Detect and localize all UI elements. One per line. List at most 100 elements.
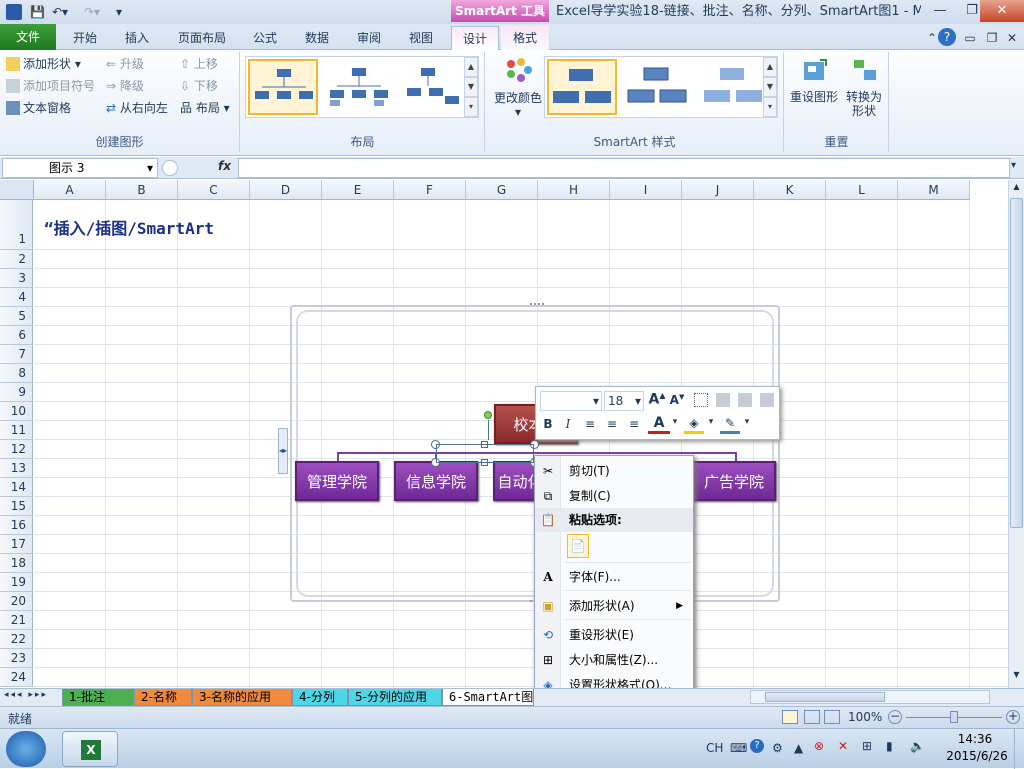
scroll-up-icon[interactable]: ▲ [1010, 182, 1023, 196]
show-hidden-icons[interactable]: ▲ [794, 741, 803, 755]
tab-view[interactable]: 视图 [396, 26, 446, 50]
horizontal-scroll-thumb[interactable] [765, 692, 885, 702]
signal-icon[interactable]: ▮ [886, 739, 893, 753]
convert-to-shapes-button[interactable]: 转换为 形状 [841, 56, 887, 126]
resize-handle-top[interactable] [530, 303, 544, 307]
styles-scroll-up[interactable]: ▲ [763, 57, 777, 77]
rotation-handle[interactable] [484, 411, 492, 419]
excel-app-icon[interactable] [6, 4, 22, 20]
align-left-icon[interactable]: ≡ [582, 417, 598, 431]
menu-item-add-shape[interactable]: ▣ 添加形状(A) ▶ [535, 594, 693, 618]
column-header-i[interactable]: I [610, 180, 682, 200]
insert-function-button[interactable]: fx [218, 159, 231, 173]
page-layout-view-icon[interactable] [804, 710, 820, 724]
doc-minimize-button[interactable]: ▭ [962, 26, 978, 50]
taskbar-excel-button[interactable]: X [62, 731, 118, 767]
select-all-corner[interactable] [0, 180, 34, 200]
tab-page-layout[interactable]: 页面布局 [170, 26, 234, 50]
chevron-down-icon[interactable]: ▾ [147, 159, 153, 177]
language-indicator[interactable]: CH [706, 741, 723, 755]
sheet-tab-2[interactable]: 2-名称 [134, 689, 192, 706]
row-header-8[interactable]: 8 [0, 364, 33, 383]
layout-org-chart-1[interactable] [248, 59, 318, 115]
style-subtle[interactable] [623, 59, 693, 115]
row-header-4[interactable]: 4 [0, 288, 33, 307]
row-header-23[interactable]: 23 [0, 649, 33, 668]
layout-hierarchy[interactable] [400, 59, 470, 115]
row-header-13[interactable]: 13 [0, 459, 33, 478]
sheet-nav-buttons[interactable]: ◂◂◂ ▸▸▸ [4, 690, 48, 700]
add-shape-button[interactable]: 添加形状 ▾ [6, 54, 81, 74]
tab-review[interactable]: 审阅 [344, 26, 394, 50]
column-header-g[interactable]: G [466, 180, 538, 200]
network-alert-icon[interactable]: ✕ [838, 739, 848, 753]
clock-date[interactable]: 2015/6/26 [942, 749, 1012, 763]
right-to-left-button[interactable]: ⇄ 从右向左 [106, 98, 168, 118]
formula-expand-icon[interactable]: ▾ [1011, 160, 1016, 171]
paste-button[interactable]: 📄 [567, 534, 589, 558]
tab-insert[interactable]: 插入 [112, 26, 162, 50]
page-break-view-icon[interactable] [824, 710, 840, 724]
row-header-21[interactable]: 21 [0, 611, 33, 630]
column-header-e[interactable]: E [322, 180, 394, 200]
layout-org-chart-2[interactable] [324, 59, 394, 115]
row-header-15[interactable]: 15 [0, 497, 33, 516]
tab-file[interactable]: 文件 [0, 24, 56, 50]
smartart-node-1[interactable]: 管理学院 [295, 461, 379, 501]
font-color-button[interactable]: A [648, 415, 670, 434]
doc-restore-button[interactable]: ❐ [984, 26, 1000, 50]
tab-formulas[interactable]: 公式 [240, 26, 290, 50]
row-header-9[interactable]: 9 [0, 383, 33, 402]
tab-home[interactable]: 开始 [60, 26, 110, 50]
cell-a1[interactable]: “插入/插图/SmartArt [44, 215, 214, 239]
chevron-down-icon[interactable]: ▾ [635, 392, 641, 410]
menu-item-cut[interactable]: ✂ 剪切(T) [535, 459, 693, 483]
shrink-font-button[interactable]: A▼ [668, 393, 686, 413]
group-icon[interactable] [760, 393, 774, 407]
smartart-node-5[interactable]: 广告学院 [692, 461, 776, 501]
bring-forward-icon[interactable] [716, 393, 730, 407]
formula-input[interactable] [238, 158, 1010, 178]
column-header-c[interactable]: C [178, 180, 250, 200]
normal-view-icon[interactable] [782, 710, 798, 724]
add-bullet-button[interactable]: 添加项目符号 [6, 76, 95, 96]
save-icon[interactable]: 💾 [30, 4, 45, 20]
security-alert-icon[interactable]: ⊗ [814, 739, 824, 753]
volume-icon[interactable]: 🔈 [910, 739, 925, 753]
row-header-1[interactable]: 1 [0, 200, 33, 250]
style-moderate[interactable] [699, 59, 769, 115]
row-header-18[interactable]: 18 [0, 554, 33, 573]
ime-icon[interactable]: ⚙ [772, 741, 783, 755]
font-name-box[interactable]: ▾ [540, 391, 602, 411]
column-header-a[interactable]: A [34, 180, 106, 200]
vertical-scroll-thumb[interactable] [1010, 198, 1023, 528]
doc-close-button[interactable]: ✕ [1004, 26, 1020, 50]
keyboard-icon[interactable]: ⌨ [730, 741, 747, 755]
column-header-k[interactable]: K [754, 180, 826, 200]
zoom-in-button[interactable]: + [1006, 710, 1020, 724]
send-backward-icon[interactable] [738, 393, 752, 407]
promote-button[interactable]: ⇐ 升级 [106, 54, 144, 74]
styles-scroll-down[interactable]: ▼ [763, 77, 777, 97]
sheet-tab-1[interactable]: 1-批注 [62, 689, 134, 706]
row-header-10[interactable]: 10 [0, 402, 33, 421]
row-header-3[interactable]: 3 [0, 269, 33, 288]
minimize-button[interactable]: — [924, 0, 956, 22]
tab-format[interactable]: 格式 [501, 26, 549, 50]
demote-button[interactable]: ⇒ 降级 [106, 76, 144, 96]
sheet-tab-6[interactable]: 6-SmartArt图 [442, 689, 534, 706]
vertical-scrollbar[interactable]: ▲ ▼ [1008, 180, 1024, 688]
formula-bar-expand-handle[interactable] [162, 160, 178, 176]
shape-fill-icon[interactable]: ◈ [684, 415, 704, 434]
sheet-tab-5[interactable]: 5-分列的应用 [348, 689, 442, 706]
help-tray-icon[interactable]: ? [750, 739, 764, 753]
move-down-button[interactable]: ⇩ 下移 [180, 76, 218, 96]
zoom-out-button[interactable]: − [888, 710, 902, 724]
gallery-scroll-up[interactable]: ▲ [464, 57, 478, 77]
tab-design[interactable]: 设计 [451, 26, 499, 51]
undo-icon[interactable]: ↶▾ [52, 4, 68, 20]
name-box[interactable]: 图示 3 ▾ [2, 158, 158, 178]
row-header-5[interactable]: 5 [0, 307, 33, 326]
help-icon[interactable]: ? [938, 28, 956, 46]
chevron-down-icon[interactable]: ▾ [706, 417, 716, 427]
